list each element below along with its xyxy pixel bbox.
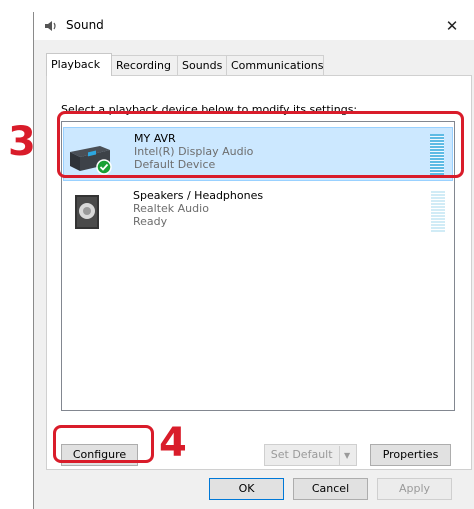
- properties-button[interactable]: Properties: [370, 444, 451, 466]
- tab-recording[interactable]: Recording: [111, 55, 178, 75]
- title-bar[interactable]: Sound ✕: [34, 12, 474, 40]
- window-title: Sound: [66, 18, 104, 32]
- properties-label: Properties: [382, 448, 439, 461]
- ok-button[interactable]: OK: [209, 478, 284, 500]
- speaker-icon: [75, 195, 99, 229]
- set-default-label: Set Default: [270, 448, 333, 461]
- set-default-button[interactable]: Set Default ▼: [264, 444, 357, 466]
- close-button[interactable]: ✕: [430, 12, 474, 40]
- speaker-title-icon: [45, 21, 56, 31]
- set-default-dropdown-icon[interactable]: ▼: [339, 446, 350, 466]
- volume-meter: [431, 191, 445, 233]
- tab-sounds[interactable]: Sounds: [177, 55, 227, 75]
- annotation-step-4: 4: [159, 420, 187, 466]
- annotation-highlight-configure: [53, 425, 154, 463]
- device-status: Ready: [133, 215, 168, 228]
- apply-label: Apply: [398, 482, 431, 495]
- annotation-step-3: 3: [8, 119, 36, 165]
- cancel-label: Cancel: [311, 482, 350, 495]
- cancel-button[interactable]: Cancel: [293, 478, 368, 500]
- tab-communications[interactable]: Communications: [226, 55, 324, 75]
- device-name: Speakers / Headphones: [133, 189, 264, 202]
- tab-playback[interactable]: Playback: [46, 53, 112, 76]
- device-speakers-headphones[interactable]: Speakers / Headphones Realtek Audio Read…: [63, 185, 453, 239]
- annotation-highlight-device: [57, 111, 464, 178]
- device-driver: Realtek Audio: [133, 202, 209, 215]
- apply-button[interactable]: Apply: [377, 478, 452, 500]
- ok-label: OK: [238, 482, 255, 495]
